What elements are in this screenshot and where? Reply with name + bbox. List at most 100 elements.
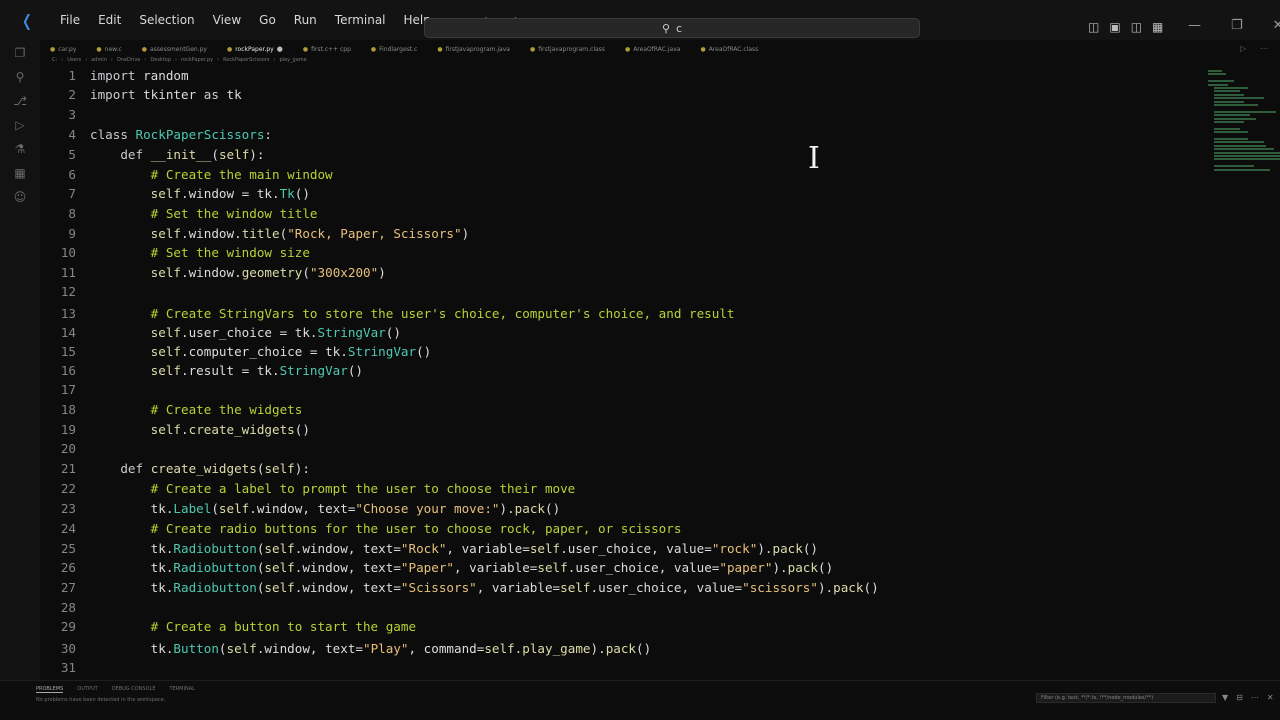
filter-icon[interactable]: ▼: [1222, 693, 1228, 702]
code-line[interactable]: 18 # Create the widgets: [40, 400, 1140, 419]
tab-5[interactable]: ● Findlargest.c: [361, 46, 427, 53]
toggle-panel-icon[interactable]: ▣: [1109, 20, 1120, 34]
tab-1[interactable]: ● new.c: [86, 46, 131, 53]
close-icon[interactable]: ✕: [1273, 18, 1280, 33]
code-line[interactable]: 21 def create_widgets(self):: [40, 459, 1140, 478]
extensions-icon[interactable]: ▦: [10, 164, 30, 182]
code-editor[interactable]: 1 import random 2 import tkinter as tk 3 4 cla…: [40, 66, 1200, 680]
panel-tab-output[interactable]: Output: [77, 686, 97, 693]
tab-8[interactable]: ● AreaOfRAC.java: [615, 46, 691, 53]
code-line[interactable]: 19 self.create_widgets(): [40, 420, 1140, 439]
code-line[interactable]: 6 # Create the main window: [40, 165, 1140, 184]
code-line[interactable]: 16 self.result = tk.StringVar(): [40, 361, 1140, 380]
code-line[interactable]: 28: [40, 598, 1140, 617]
minimap[interactable]: [1206, 70, 1280, 180]
tab-2[interactable]: ● assessmentGen.py: [132, 46, 217, 53]
code-line[interactable]: 11 self.window.geometry("300x200"): [40, 263, 1140, 282]
minimize-icon[interactable]: —: [1188, 18, 1201, 33]
code-line[interactable]: 8 # Set the window title: [40, 204, 1140, 223]
explorer-icon[interactable]: ❐: [10, 44, 30, 62]
code-line[interactable]: 5 def __init__(self):: [40, 145, 1140, 164]
tab-label: assessmentGen.py: [149, 45, 207, 53]
code-line[interactable]: 9 self.window.title("Rock, Paper, Scisso…: [40, 224, 1140, 243]
menu-file[interactable]: File: [52, 9, 88, 31]
run-debug-icon[interactable]: ▷: [10, 116, 30, 134]
search-activity-icon[interactable]: ⚲: [10, 68, 30, 86]
panel-tab-problems[interactable]: Problems: [36, 686, 64, 693]
chevron-right-icon: ›: [85, 57, 88, 63]
code-line[interactable]: 4 class RockPaperScissors:: [40, 125, 1140, 144]
tab-4[interactable]: ● first.c++ cpp: [293, 46, 361, 53]
panel-tab-debug-console[interactable]: Debug Console: [112, 686, 156, 693]
problems-filter-input[interactable]: Filter (e.g. text, **/*.ts, !**/node_mod…: [1036, 693, 1216, 703]
code-line[interactable]: 20: [40, 439, 1140, 458]
code-line[interactable]: 29 # Create a button to start the game: [40, 617, 1140, 636]
panel-more-icon[interactable]: ⋯: [1251, 693, 1259, 702]
menu-view[interactable]: View: [205, 9, 249, 31]
file-type-icon: ●: [96, 45, 102, 53]
source-control-icon[interactable]: ⎇: [10, 92, 30, 110]
code-line[interactable]: 24 # Create radio buttons for the user t…: [40, 519, 1140, 538]
code-line[interactable]: 12: [40, 282, 1140, 301]
problems-message: No problems have been detected in the wo…: [36, 697, 166, 703]
breadcrumb-item[interactable]: Users: [67, 57, 81, 66]
minimap-line: [1208, 83, 1228, 86]
menu-selection[interactable]: Selection: [131, 9, 202, 31]
code-line[interactable]: 1 import random: [40, 66, 1140, 85]
code-line[interactable]: 23 tk.Label(self.window, text="Choose yo…: [40, 499, 1140, 518]
chevron-right-icon: ›: [175, 57, 178, 63]
code-text: self.create_widgets(): [150, 422, 310, 437]
run-file-icon[interactable]: ▷: [1240, 44, 1246, 53]
line-number: 17: [60, 382, 76, 397]
tab-label: first.c++ cpp: [311, 45, 351, 53]
code-text: # Create a label to prompt the user to c…: [150, 481, 576, 496]
restore-icon[interactable]: ❐: [1231, 18, 1243, 33]
tab-label: AreaOfRAC.java: [633, 45, 681, 53]
code-line[interactable]: 7 self.window = tk.Tk(): [40, 184, 1140, 203]
breadcrumb-item[interactable]: RockPaperScissors: [223, 57, 269, 66]
tab-3[interactable]: ● rockPaper.py ●: [217, 45, 293, 53]
tab-label: rockPaper.py: [235, 45, 274, 53]
accounts-icon[interactable]: ☺: [10, 188, 30, 206]
code-line[interactable]: 31: [40, 658, 1140, 677]
menu-bar: File Edit Selection View Go Run Terminal Help: [52, 9, 439, 31]
code-line[interactable]: 17: [40, 380, 1140, 399]
menu-terminal[interactable]: Terminal: [327, 9, 394, 31]
code-text: # Set the window title: [150, 206, 318, 221]
breadcrumb-item[interactable]: OneDrive: [117, 57, 141, 66]
breadcrumb-item[interactable]: C:: [52, 57, 57, 66]
breadcrumb-item[interactable]: play_game: [279, 57, 306, 66]
code-line[interactable]: 15 self.computer_choice = tk.StringVar(): [40, 342, 1140, 361]
tab-9[interactable]: ● AreaOfRAC.class: [690, 46, 768, 53]
code-line[interactable]: 14 self.user_choice = tk.StringVar(): [40, 323, 1140, 342]
menu-run[interactable]: Run: [286, 9, 325, 31]
breadcrumb-item[interactable]: admin: [91, 57, 107, 66]
code-line[interactable]: 13 # Create StringVars to store the user…: [40, 304, 1140, 323]
code-line[interactable]: 22 # Create a label to prompt the user t…: [40, 479, 1140, 498]
breadcrumb-item[interactable]: rockPaper.py: [181, 57, 213, 66]
tab-7[interactable]: ● firstjavaprogram.class: [520, 46, 615, 53]
toggle-secondary-sidebar-icon[interactable]: ◫: [1131, 20, 1142, 34]
command-center-search[interactable]: ⚲ c: [424, 18, 920, 38]
code-line[interactable]: 27 tk.Radiobutton(self.window, text="Sci…: [40, 578, 1140, 597]
code-line[interactable]: 10 # Set the window size: [40, 243, 1140, 262]
breadcrumb-item[interactable]: Desktop: [150, 57, 171, 66]
testing-icon[interactable]: ⚗: [10, 140, 30, 158]
customize-layout-icon[interactable]: ▦: [1152, 20, 1163, 34]
toggle-sidebar-icon[interactable]: ◫: [1088, 20, 1099, 34]
more-actions-icon[interactable]: ⋯: [1260, 44, 1268, 53]
menu-go[interactable]: Go: [251, 9, 284, 31]
code-line[interactable]: 3: [40, 105, 1140, 124]
panel-tab-terminal[interactable]: Terminal: [169, 686, 194, 693]
panel-close-icon[interactable]: ✕: [1267, 693, 1274, 702]
code-line[interactable]: 26 tk.Radiobutton(self.window, text="Pap…: [40, 558, 1140, 577]
menu-edit[interactable]: Edit: [90, 9, 129, 31]
minimap-line: [1214, 155, 1280, 157]
tab-0[interactable]: ● car.py: [40, 46, 86, 53]
code-line[interactable]: 2 import tkinter as tk: [40, 85, 1140, 104]
collapse-icon[interactable]: ⊟: [1236, 693, 1243, 702]
code-line[interactable]: 25 tk.Radiobutton(self.window, text="Roc…: [40, 539, 1140, 558]
tab-modified-dot-icon[interactable]: ●: [277, 45, 283, 53]
tab-6[interactable]: ● firstjavaprogram.java: [427, 46, 520, 53]
code-line[interactable]: 30 tk.Button(self.window, text="Play", c…: [40, 639, 1140, 658]
